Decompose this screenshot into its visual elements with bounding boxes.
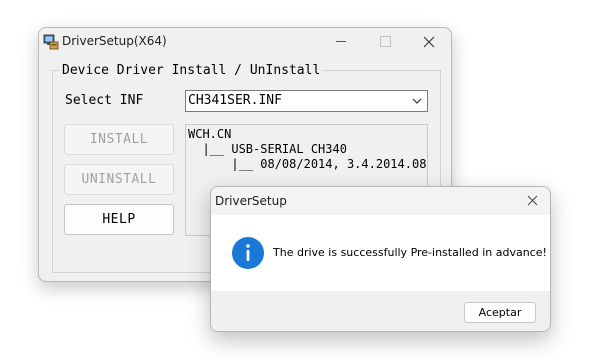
group-title: Device Driver Install / UnInstall: [59, 63, 324, 78]
select-inf-label: Select INF: [65, 93, 144, 108]
chevron-down-icon: [412, 98, 422, 104]
close-button[interactable]: [409, 28, 449, 56]
message-dialog: DriverSetup The drive is successfully Pr…: [210, 186, 551, 332]
close-icon: [527, 195, 538, 206]
inf-select-value: CH341SER.INF: [188, 93, 282, 108]
tree-line: |__ USB-SERIAL CH340: [188, 142, 347, 156]
uninstall-button[interactable]: UNINSTALL: [64, 164, 174, 195]
install-button[interactable]: INSTALL: [64, 124, 174, 155]
window-titlebar[interactable]: DriverSetup(X64): [39, 28, 451, 56]
tree-line: |__ 08/08/2014, 3.4.2014.08: [188, 157, 427, 171]
dialog-body: The drive is successfully Pre-installed …: [211, 215, 550, 291]
dialog-message: The drive is successfully Pre-installed …: [273, 246, 547, 259]
dialog-close-button[interactable]: [516, 187, 550, 215]
dialog-footer: Aceptar: [211, 291, 550, 331]
maximize-button[interactable]: [365, 28, 405, 56]
close-icon: [423, 36, 435, 48]
window-title: DriverSetup(X64): [62, 34, 167, 48]
dialog-title: DriverSetup: [215, 194, 287, 208]
accept-button[interactable]: Aceptar: [464, 302, 536, 323]
inf-select[interactable]: CH341SER.INF: [185, 90, 428, 112]
dialog-titlebar[interactable]: DriverSetup: [211, 187, 550, 215]
minimize-button[interactable]: [321, 28, 361, 56]
info-icon: [232, 237, 264, 269]
computer-icon: [43, 34, 59, 50]
tree-line: WCH.CN: [188, 127, 232, 141]
help-button[interactable]: HELP: [64, 204, 174, 235]
